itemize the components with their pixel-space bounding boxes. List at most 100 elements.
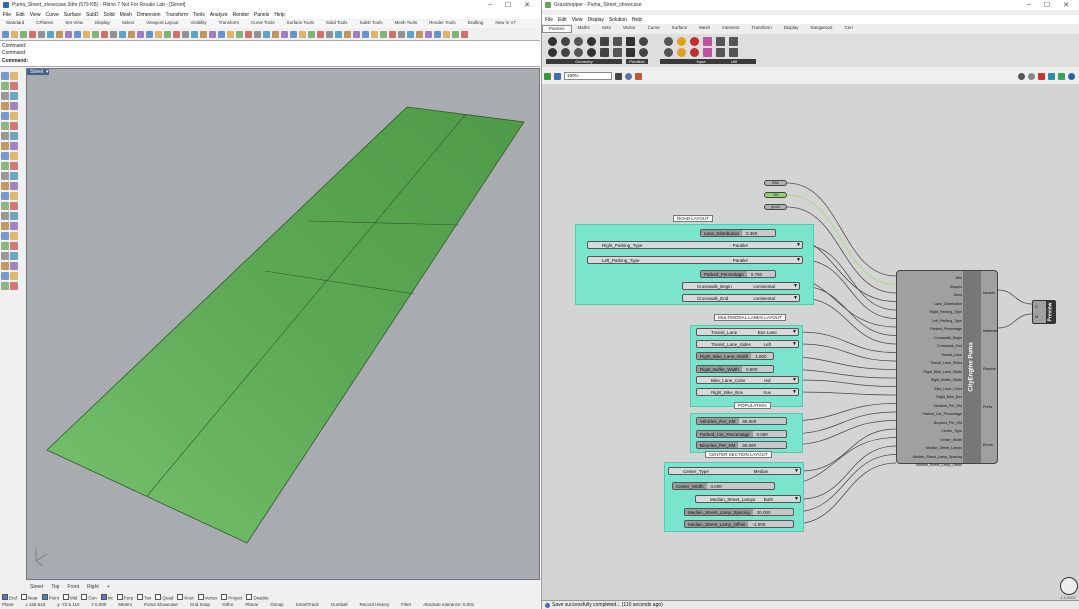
close-icon[interactable]: ✕ [524, 1, 530, 9]
menu-item-surface[interactable]: Surface [64, 12, 81, 18]
gh-component-icon[interactable] [716, 48, 725, 57]
menu-item-curve[interactable]: Curve [45, 12, 58, 18]
status-field[interactable]: Grid Snap [190, 602, 210, 607]
side-tool-icon[interactable] [1, 142, 9, 150]
preview-eye-icon[interactable] [625, 72, 632, 80]
save-icon[interactable] [554, 72, 561, 80]
menu-item-file[interactable]: File [3, 12, 11, 18]
toolbar-button-icon[interactable] [461, 30, 468, 38]
toolbar-button-icon[interactable] [326, 30, 333, 38]
toolbar-button-icon[interactable] [101, 30, 108, 38]
number-slider-median-street-lamp-spacing[interactable]: Median_Street_Lamp_Spacing 20.000 [684, 508, 794, 516]
gh-component-icon[interactable] [729, 48, 738, 57]
status-field[interactable]: Meters [118, 602, 132, 607]
toolbar-button-icon[interactable] [353, 30, 360, 38]
menu-item-dimension[interactable]: Dimension [137, 12, 161, 18]
osnap-vertex[interactable]: Vertex [198, 594, 218, 601]
side-tool-icon[interactable] [10, 112, 18, 120]
osnap-quad[interactable]: Quad [155, 594, 173, 601]
number-slider-median-street-lamp-offset[interactable]: Median_Street_Lamp_Offset -1.000 [684, 520, 794, 528]
side-tool-icon[interactable] [10, 152, 18, 160]
side-tool-icon[interactable] [1, 152, 9, 160]
toolbar-button-icon[interactable] [11, 30, 18, 38]
side-tool-icon[interactable] [10, 162, 18, 170]
menu-item-tools[interactable]: Tools [193, 12, 205, 18]
side-tool-icon[interactable] [1, 282, 9, 290]
status-field[interactable]: Absolute tolerance: 0.001 [423, 602, 474, 607]
gh-component-icon[interactable] [574, 48, 583, 57]
gh-component-icon[interactable] [716, 37, 725, 46]
side-tool-icon[interactable] [1, 172, 9, 180]
gh-canvas[interactable]: ROAD LAYOUT Lane_Distribution 0.350 Right_P… [542, 84, 1079, 600]
gh-component-icon[interactable] [677, 48, 686, 57]
zoom-extents-icon[interactable] [615, 72, 622, 80]
viewport-tab[interactable]: Front [67, 584, 79, 590]
toolbar-button-icon[interactable] [38, 30, 45, 38]
toolbar-button-icon[interactable] [263, 30, 270, 38]
minimize-icon[interactable]: – [488, 1, 492, 9]
menu-item-transform[interactable]: Transform [166, 12, 189, 18]
dropdown-arrow-icon[interactable]: ▼ [794, 468, 800, 474]
toolbar-tab[interactable]: Surface Tools [281, 20, 320, 28]
value-list-left-parking-type[interactable]: Left_Parking_Type Parallel ▼ [587, 256, 803, 264]
gh-component-icon[interactable] [587, 37, 596, 46]
osnap-near[interactable]: Near [21, 594, 38, 601]
status-field[interactable]: Planar [245, 602, 258, 607]
toolbar-button-icon[interactable] [371, 30, 378, 38]
toolbar-button-icon[interactable] [92, 30, 99, 38]
navigation-compass-icon[interactable] [1060, 577, 1078, 595]
value-list-median-street-lamps[interactable]: Median_Street_Lamps Both ▼ [695, 495, 801, 503]
side-tool-icon[interactable] [10, 272, 18, 280]
menu-item-analyze[interactable]: Analyze [210, 12, 228, 18]
toolbar-tab[interactable]: Drafting [462, 20, 490, 28]
value-list-bike-lane-color[interactable]: Bike_Lane_Color red ▼ [696, 376, 799, 384]
toolbar-button-icon[interactable] [272, 30, 279, 38]
menu-item-subd[interactable]: SubD [86, 12, 99, 18]
menu-item-solid[interactable]: Solid [104, 12, 115, 18]
toolbar-tab[interactable]: Visibility [184, 20, 212, 28]
toolbar-button-icon[interactable] [83, 30, 90, 38]
dropdown-arrow-icon[interactable]: ▼ [793, 283, 799, 289]
gh-tab[interactable]: Sets [596, 25, 617, 33]
toolbar-button-icon[interactable] [209, 30, 216, 38]
status-field[interactable]: y -72.5.110 [57, 602, 79, 607]
toolbar-button-icon[interactable] [236, 30, 243, 38]
menu-item-view[interactable]: View [30, 12, 41, 18]
toolbar-button-icon[interactable] [290, 30, 297, 38]
side-tool-icon[interactable] [10, 102, 18, 110]
osnap-perp[interactable]: Perp [117, 594, 134, 601]
side-tool-icon[interactable] [10, 182, 18, 190]
gh-component-icon[interactable] [677, 37, 686, 46]
status-field[interactable]: x 168.543 [26, 602, 46, 607]
osnap-cen[interactable]: Cen [81, 594, 96, 601]
toolbar-button-icon[interactable] [164, 30, 171, 38]
side-tool-icon[interactable] [10, 132, 18, 140]
side-tool-icon[interactable] [10, 192, 18, 200]
minimize-icon[interactable]: – [1027, 1, 1031, 9]
toolbar-button-icon[interactable] [155, 30, 162, 38]
toolbar-tab[interactable]: SubD Tools [354, 20, 389, 28]
value-list-transit-lane[interactable]: Transit_Lane Bus Lane ▼ [696, 328, 799, 336]
toolbar-button-icon[interactable] [56, 30, 63, 38]
toolbar-button-icon[interactable] [65, 30, 72, 38]
display-mode-icon[interactable] [1018, 72, 1025, 80]
status-field[interactable]: Osnap [270, 602, 283, 607]
number-slider-bicycles-per-km[interactable]: Bicycles_Per_KM 30.000 [696, 441, 787, 449]
side-tool-icon[interactable] [1, 272, 9, 280]
toolbar-button-icon[interactable] [74, 30, 81, 38]
status-field[interactable]: Filter [401, 602, 411, 607]
toolbar-button-icon[interactable] [47, 30, 54, 38]
perspective-viewport[interactable]: Street ▾ [26, 68, 540, 580]
toolbar-tab[interactable]: Transform [213, 20, 245, 28]
toolbar-button-icon[interactable] [425, 30, 432, 38]
side-tool-icon[interactable] [10, 202, 18, 210]
preview-selected-icon[interactable] [1048, 72, 1055, 80]
toolbar-button-icon[interactable] [344, 30, 351, 38]
side-tool-icon[interactable] [10, 92, 18, 100]
number-slider-center-width[interactable]: Center_Width 3.000 [672, 482, 775, 490]
number-slider-right-bike-lane-width[interactable]: Right_Bike_Lane_Width 1.800 [696, 352, 774, 360]
gh-component-icon[interactable] [690, 37, 699, 46]
side-tool-icon[interactable] [10, 222, 18, 230]
dropdown-arrow-icon[interactable]: ▼ [793, 295, 799, 301]
dropdown-arrow-icon[interactable]: ▼ [792, 389, 798, 395]
